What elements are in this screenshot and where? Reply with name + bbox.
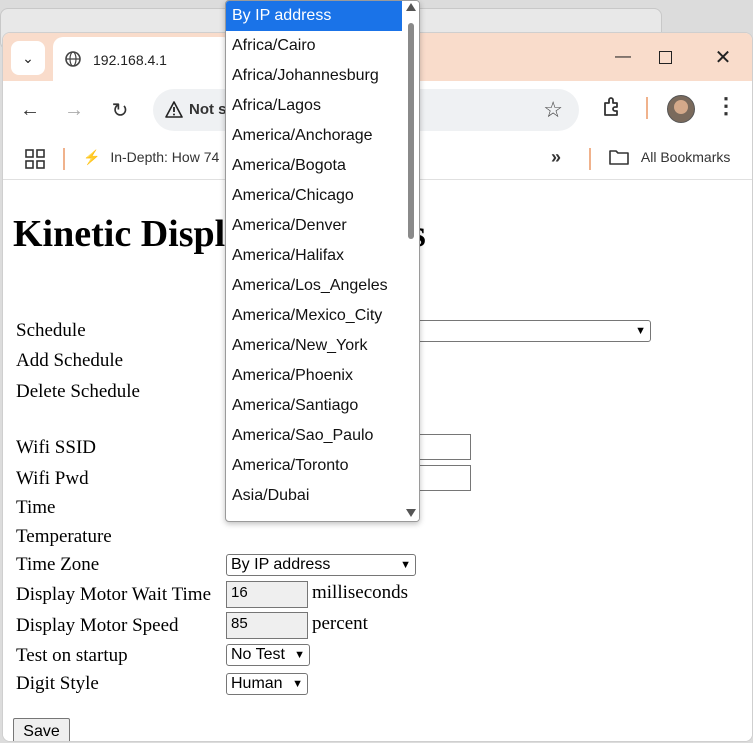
forward-button[interactable]: → [59, 95, 89, 125]
bookmark-item[interactable]: ⚡ In-Depth: How 74 [83, 149, 219, 166]
time-zone-option[interactable]: America/Mexico_City [226, 301, 402, 331]
time-zone-option[interactable]: America/Halifax [226, 241, 402, 271]
motor-wait-label: Display Motor Wait Time [16, 584, 212, 605]
time-zone-option[interactable]: America/Toronto [226, 451, 402, 481]
chevron-down-icon: ▼ [635, 325, 646, 337]
chevron-down-icon: ⌄ [22, 49, 34, 66]
chevron-down-icon: ▼ [400, 559, 411, 571]
close-icon: ✕ [714, 46, 732, 69]
motor-speed-unit: percent [312, 613, 368, 634]
back-button[interactable]: ← [15, 95, 45, 125]
schedule-select[interactable]: ▼ [413, 320, 651, 342]
time-zone-option[interactable]: America/Sao_Paulo [226, 421, 402, 451]
time-zone-option[interactable]: America/Los_Angeles [226, 271, 402, 301]
test-startup-label: Test on startup [16, 645, 128, 666]
arrow-right-icon: → [64, 98, 84, 121]
reload-button[interactable]: ↻ [105, 95, 135, 125]
bookmark-divider [63, 148, 65, 170]
bookmark-divider-2 [589, 148, 591, 170]
apps-grid-icon[interactable] [25, 149, 45, 169]
extensions-icon[interactable] [601, 95, 625, 119]
save-button[interactable]: Save [13, 718, 70, 741]
wifi-pwd-label: Wifi Pwd [16, 468, 89, 489]
time-zone-options: By IP address Africa/Cairo Africa/Johannes… [226, 1, 402, 511]
motor-wait-input[interactable]: 16 [226, 581, 308, 608]
avatar[interactable] [667, 95, 695, 123]
minimize-icon: — [615, 48, 631, 65]
chevron-down-icon: ▼ [292, 678, 303, 690]
time-zone-option[interactable]: America/Bogota [226, 151, 402, 181]
scrollbar-thumb[interactable] [408, 23, 414, 239]
maximize-icon [658, 50, 672, 64]
minimize-button[interactable]: — [603, 41, 643, 73]
avatar-face [674, 100, 688, 114]
delete-schedule-label: Delete Schedule [16, 381, 140, 402]
scroll-down-icon[interactable] [406, 509, 416, 517]
time-zone-value: By IP address [231, 556, 331, 573]
digit-style-label: Digit Style [16, 673, 99, 694]
time-zone-option[interactable]: America/Chicago [226, 181, 402, 211]
star-icon[interactable]: ☆ [543, 97, 563, 123]
more-bookmarks-button[interactable]: » [551, 147, 561, 168]
globe-icon [65, 51, 81, 67]
all-bookmarks-button[interactable]: All Bookmarks [609, 149, 730, 165]
time-zone-label: Time Zone [16, 554, 100, 575]
tab-title: 192.168.4.1 [93, 52, 167, 68]
tab-search-button[interactable]: ⌄ [11, 41, 45, 75]
motor-wait-unit: milliseconds [312, 582, 409, 603]
wifi-ssid-label: Wifi SSID [16, 437, 96, 458]
temperature-label: Temperature [16, 526, 112, 547]
time-zone-select[interactable]: By IP address ▼ [226, 554, 416, 576]
schedule-label: Schedule [16, 320, 86, 341]
time-zone-option[interactable]: By IP address [226, 1, 402, 31]
time-zone-option[interactable]: Africa/Cairo [226, 31, 402, 61]
time-zone-dropdown[interactable]: By IP address Africa/Cairo Africa/Johannes… [225, 0, 420, 522]
scroll-up-icon[interactable] [406, 3, 416, 11]
wifi-pwd-input[interactable] [413, 465, 471, 491]
time-zone-option[interactable]: Africa/Johannesburg [226, 61, 402, 91]
folder-icon [609, 150, 629, 165]
motor-speed-input[interactable]: 85 [226, 612, 308, 639]
menu-icon[interactable]: ⋮ [715, 93, 737, 119]
time-zone-option[interactable]: America/New_York [226, 331, 402, 361]
bookmark-label: In-Depth: How 74 [110, 149, 220, 165]
close-button[interactable]: ✕ [703, 41, 743, 73]
wifi-ssid-input[interactable] [413, 434, 471, 460]
time-zone-option[interactable]: America/Santiago [226, 391, 402, 421]
arrow-left-icon: ← [20, 98, 40, 121]
digit-style-value: Human [231, 675, 283, 692]
motor-speed-label: Display Motor Speed [16, 615, 179, 636]
lightning-icon: ⚡ [83, 149, 101, 165]
time-label: Time [16, 497, 56, 518]
digit-style-select[interactable]: Human ▼ [226, 673, 308, 695]
all-bookmarks-label: All Bookmarks [640, 149, 731, 165]
chevron-down-icon: ▼ [294, 649, 305, 661]
warning-icon [165, 101, 183, 118]
test-startup-value: No Test [231, 646, 285, 663]
dropdown-scrollbar[interactable] [403, 1, 419, 521]
time-zone-option[interactable]: Asia/Dubai [226, 481, 402, 511]
time-zone-option[interactable]: Africa/Lagos [226, 91, 402, 121]
test-startup-select[interactable]: No Test ▼ [226, 644, 310, 666]
time-zone-option[interactable]: America/Denver [226, 211, 402, 241]
add-schedule-label: Add Schedule [16, 350, 124, 371]
time-zone-option[interactable]: America/Phoenix [226, 361, 402, 391]
time-zone-option[interactable]: America/Anchorage [226, 121, 402, 151]
toolbar-divider [646, 97, 648, 119]
security-label: Not s [189, 101, 227, 118]
browser-tab[interactable]: 192.168.4.1 [53, 37, 233, 81]
maximize-button[interactable] [645, 41, 685, 73]
reload-icon: ↻ [111, 99, 129, 122]
